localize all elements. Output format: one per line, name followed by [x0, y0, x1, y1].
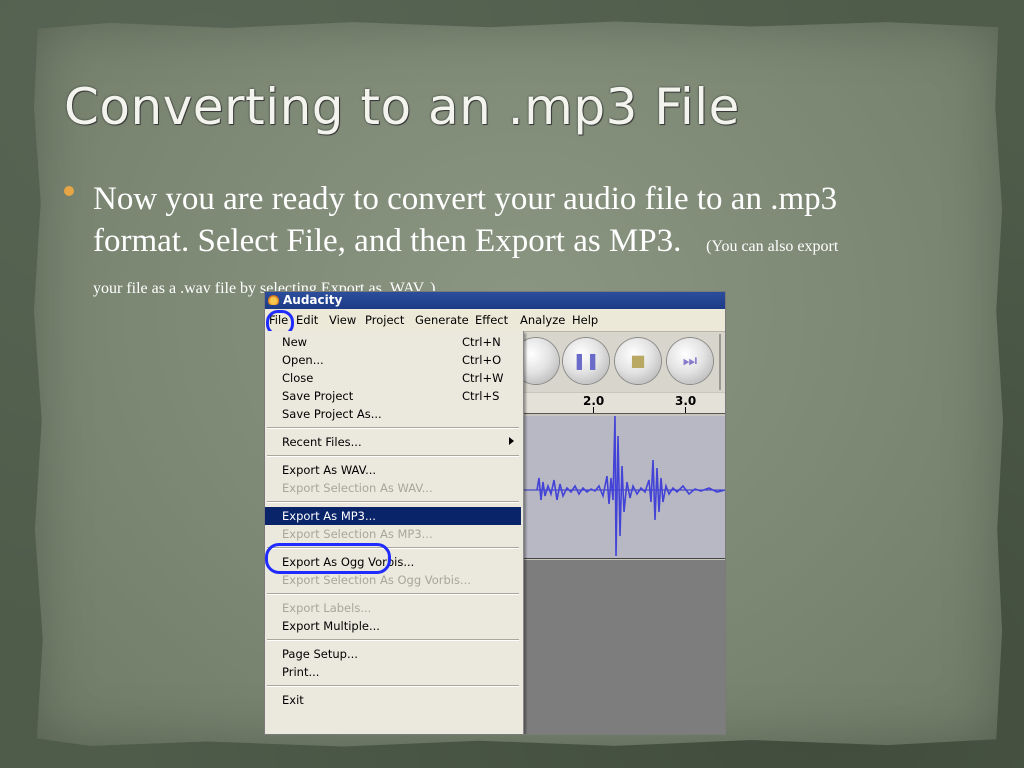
menu-item-label: Export As WAV...: [282, 463, 377, 477]
menu-item-new[interactable]: New Ctrl+N: [265, 333, 521, 351]
menu-bar: File Edit View Project Generate Effect A…: [265, 309, 725, 332]
pause-icon: ❚❚: [572, 351, 600, 370]
menu-item-label: Export Labels...: [282, 601, 372, 615]
menu-item-exit[interactable]: Exit: [265, 691, 521, 709]
bullet-line-2: format. Select File, and then Export as …: [93, 220, 973, 262]
shortcut-label: Ctrl+O: [462, 353, 502, 367]
file-menu-dropdown: New Ctrl+N Open... Ctrl+O Close Ctrl+W S…: [265, 331, 524, 734]
menu-item-page-setup[interactable]: Page Setup...: [265, 645, 521, 663]
audacity-window: Audacity File Edit View Project Generate…: [264, 291, 726, 735]
menu-item-export-multiple[interactable]: Export Multiple...: [265, 617, 521, 635]
menu-item-export-selection-mp3: Export Selection As MP3...: [265, 525, 521, 543]
window-titlebar: Audacity: [265, 292, 725, 309]
menu-item-label: Export Selection As WAV...: [282, 481, 433, 495]
waveform-graphic: [523, 415, 725, 557]
menu-item-label: Export Selection As Ogg Vorbis...: [282, 573, 471, 587]
menu-separator: [267, 455, 519, 457]
stop-icon: ■: [630, 351, 646, 370]
window-title: Audacity: [283, 293, 343, 307]
menu-item-export-mp3[interactable]: Export As MP3...: [265, 507, 521, 525]
bullet-text: Now you are ready to convert your audio …: [93, 178, 973, 304]
menu-item-recent-files[interactable]: Recent Files...: [265, 433, 521, 451]
menu-item-label: Export Multiple...: [282, 619, 380, 633]
menu-item-export-selection-wav: Export Selection As WAV...: [265, 479, 521, 497]
menu-separator: [267, 685, 519, 687]
menu-separator: [267, 639, 519, 641]
menu-item-label: Save Project: [282, 389, 354, 403]
menu-item-save-project[interactable]: Save Project Ctrl+S: [265, 387, 521, 405]
menu-view[interactable]: View: [329, 313, 356, 327]
menu-item-label: Export As MP3...: [282, 509, 376, 523]
menu-project[interactable]: Project: [365, 313, 404, 327]
bullet-dot: [64, 186, 74, 196]
submenu-arrow-icon: [509, 437, 514, 445]
skip-end-icon: ⏭: [682, 351, 698, 370]
audacity-logo-icon: [268, 295, 279, 305]
ruler-mark: [685, 407, 686, 413]
bullet-line-2-text: format. Select File, and then Export as …: [93, 223, 682, 259]
menu-item-label: Page Setup...: [282, 647, 358, 661]
shortcut-label: Ctrl+N: [462, 335, 501, 349]
timeline-ruler[interactable]: 2.0 3.0: [521, 393, 725, 414]
skip-end-button[interactable]: ⏭: [667, 338, 713, 384]
bullet-note-a: (You can also export: [706, 238, 839, 255]
shortcut-label: Ctrl+W: [462, 371, 504, 385]
export-mp3-highlight-circle: [265, 543, 391, 574]
pause-button[interactable]: ❚❚: [563, 338, 609, 384]
menu-help[interactable]: Help: [572, 313, 598, 327]
menu-item-label: Print...: [282, 665, 320, 679]
bullet-line-1: Now you are ready to convert your audio …: [93, 181, 838, 217]
menu-item-save-project-as[interactable]: Save Project As...: [265, 405, 521, 423]
ruler-tick-3: 3.0: [675, 394, 697, 408]
menu-separator: [267, 427, 519, 429]
menu-edit[interactable]: Edit: [296, 313, 318, 327]
empty-track-area: [523, 560, 725, 734]
menu-item-print[interactable]: Print...: [265, 663, 521, 681]
menu-separator: [267, 501, 519, 503]
menu-effect[interactable]: Effect: [475, 313, 508, 327]
menu-item-open[interactable]: Open... Ctrl+O: [265, 351, 521, 369]
menu-item-label: Open...: [282, 353, 324, 367]
menu-item-label: Exit: [282, 693, 304, 707]
ruler-mark: [593, 407, 594, 413]
menu-item-label: Close: [282, 371, 314, 385]
menu-generate[interactable]: Generate: [415, 313, 469, 327]
ruler-tick-2: 2.0: [583, 394, 605, 408]
menu-item-label: Save Project As...: [282, 407, 382, 421]
menu-item-export-labels: Export Labels...: [265, 599, 521, 617]
transport-toolbar: ❚❚ ■ ⏭: [513, 332, 725, 392]
menu-item-close[interactable]: Close Ctrl+W: [265, 369, 521, 387]
toolbar-divider: [719, 334, 721, 390]
shortcut-label: Ctrl+S: [462, 389, 500, 403]
menu-item-label: Export Selection As MP3...: [282, 527, 433, 541]
menu-item-export-wav[interactable]: Export As WAV...: [265, 461, 521, 479]
audio-track-waveform[interactable]: [523, 415, 725, 559]
stop-button[interactable]: ■: [615, 338, 661, 384]
menu-item-label: New: [282, 335, 308, 349]
menu-analyze[interactable]: Analyze: [520, 313, 565, 327]
menu-item-label: Recent Files...: [282, 435, 362, 449]
slide-title: Converting to an .mp3 File: [64, 78, 740, 136]
menu-separator: [267, 593, 519, 595]
